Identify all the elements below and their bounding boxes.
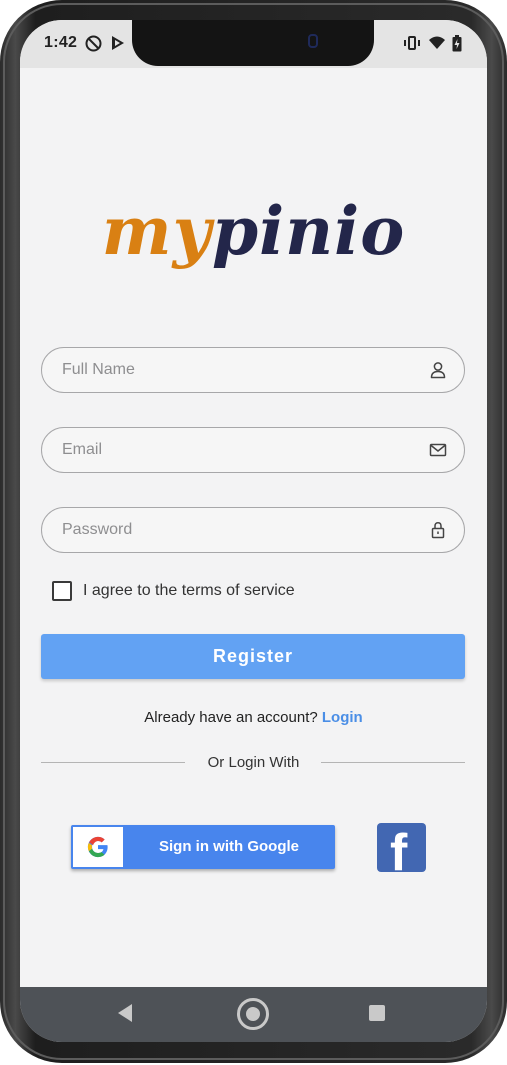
lock-icon [431,522,445,539]
full-name-field[interactable] [41,347,465,393]
android-nav-bar [20,987,487,1042]
camera-notch [132,20,374,66]
recent-apps-icon[interactable] [369,1005,385,1021]
status-time: 1:42 [44,34,78,51]
terms-label: I agree to the terms of service [83,582,295,599]
login-link[interactable]: Login [322,709,363,726]
terms-checkbox[interactable] [52,581,72,601]
status-bar: 1:42 [20,20,487,68]
facebook-login-button[interactable]: f [377,823,426,872]
app-logo: mypinio [20,192,487,270]
vibrate-icon [403,34,421,52]
email-field[interactable] [41,427,465,473]
login-prompt-row: Already have an account? Login [20,709,487,726]
email-input[interactable] [62,428,402,471]
google-logo-icon [73,827,123,867]
battery-icon [451,34,463,52]
person-icon [430,362,446,379]
facebook-icon: f [390,824,408,872]
full-name-input[interactable] [62,348,402,391]
password-field[interactable] [41,507,465,553]
wifi-icon [427,34,447,52]
mail-icon [429,443,447,457]
login-prompt-text: Already have an account? [144,709,318,726]
do-not-disturb-icon [84,34,102,52]
password-input[interactable] [62,508,402,551]
logo-text-pinio: pinio [211,192,406,270]
app-screen: 1:42 mypinio Full Name Email I agree to … [20,20,487,1042]
front-camera-icon [308,34,318,48]
google-sign-in-label: Sign in with Google [159,838,299,855]
logo-text-my: my [101,192,212,270]
back-icon[interactable] [118,1004,132,1022]
home-icon[interactable] [237,998,269,1030]
divider-line-right [321,762,465,763]
play-store-icon [110,34,126,52]
register-button[interactable]: Register [41,634,465,679]
google-sign-in-button[interactable]: Sign in with Google [71,825,335,869]
